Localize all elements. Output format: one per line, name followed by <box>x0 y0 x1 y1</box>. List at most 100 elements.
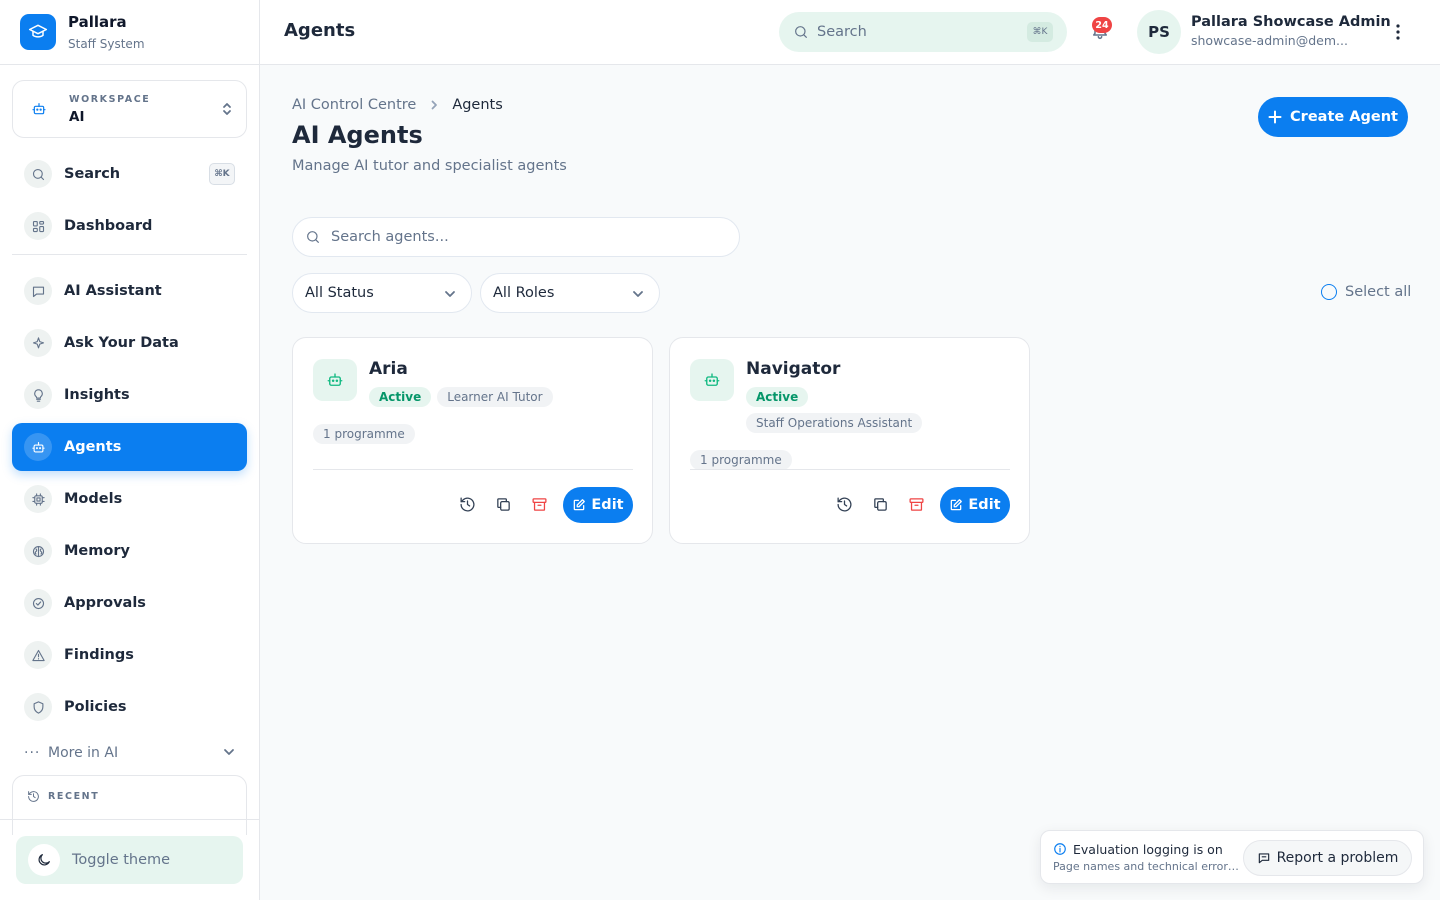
history-icon[interactable] <box>459 496 476 513</box>
graduation-cap-icon <box>20 14 56 50</box>
robot-icon <box>31 101 47 117</box>
more-label: More in AI <box>48 745 119 761</box>
brand[interactable]: Pallara Staff System <box>0 0 259 65</box>
agent-badges: Active Staff Operations Assistant <box>746 387 946 433</box>
select-all-label: Select all <box>1345 284 1412 300</box>
sidebar-item-search[interactable]: Search ⌘K <box>12 151 247 197</box>
breadcrumb: AI Control Centre Agents <box>292 97 503 113</box>
notification-badge: 24 <box>1092 17 1112 33</box>
agent-name: Aria <box>369 359 408 379</box>
chevron-up-down-icon <box>220 101 234 117</box>
chevron-right-icon <box>428 99 440 111</box>
programme-count-badge: 1 programme <box>313 424 415 444</box>
sidebar-item-label: Agents <box>64 439 122 455</box>
agent-card: Navigator Active Staff Operations Assist… <box>669 337 1030 544</box>
chip-icon <box>24 485 52 513</box>
duplicate-icon[interactable] <box>872 496 889 513</box>
programme-count-badge: 1 programme <box>690 450 792 470</box>
edit-agent-button[interactable]: Edit <box>940 487 1010 523</box>
search-icon <box>305 229 321 245</box>
sidebar-item-label: Memory <box>64 543 130 559</box>
select-all-radio[interactable] <box>1321 284 1337 300</box>
page-title: AI Agents <box>292 121 423 149</box>
workspace-label: WORKSPACE <box>69 93 151 105</box>
user-name: Pallara Showcase Admin <box>1191 14 1391 30</box>
toggle-theme-label: Toggle theme <box>72 852 171 868</box>
toggle-theme-button[interactable]: Toggle theme <box>16 836 243 884</box>
divider <box>0 819 259 820</box>
create-agent-button[interactable]: Create Agent <box>1258 97 1408 137</box>
edit-label: Edit <box>591 497 624 513</box>
message-icon <box>1257 851 1271 865</box>
more-vertical-icon[interactable] <box>1390 22 1406 42</box>
role-filter-select[interactable]: All Roles <box>480 273 660 313</box>
divider <box>313 469 633 470</box>
sidebar-item-label: Ask Your Data <box>64 335 179 351</box>
chevron-down-icon <box>443 287 457 301</box>
moon-icon <box>28 844 60 876</box>
user-info[interactable]: Pallara Showcase Admin showcase-admin@de… <box>1191 14 1391 48</box>
archive-icon[interactable] <box>531 496 548 513</box>
search-icon <box>24 160 52 188</box>
sidebar-item-approvals[interactable]: Approvals <box>12 580 247 626</box>
workspace-switcher[interactable]: WORKSPACE AI <box>12 80 247 138</box>
status-filter-select[interactable]: All Status <box>292 273 472 313</box>
sidebar-item-policies[interactable]: Policies <box>12 684 247 730</box>
status-badge: Active <box>369 387 432 407</box>
archive-icon[interactable] <box>908 496 925 513</box>
top-header: Agents Search ⌘K 24 PS Pallara Showcase … <box>260 0 1440 65</box>
global-search[interactable]: Search ⌘K <box>779 12 1067 52</box>
status-filter-value: All Status <box>305 285 374 301</box>
chat-icon <box>24 277 52 305</box>
avatar[interactable]: PS <box>1137 10 1181 54</box>
sidebar-item-label: Dashboard <box>64 218 153 234</box>
brand-subtitle: Staff System <box>68 37 145 51</box>
sidebar-item-insights[interactable]: Insights <box>12 372 247 418</box>
divider <box>12 254 247 255</box>
agent-card: Aria Active Learner AI Tutor 1 programme… <box>292 337 653 544</box>
report-problem-label: Report a problem <box>1276 850 1399 866</box>
select-all-toggle[interactable]: Select all <box>1321 284 1411 300</box>
sidebar-item-label: AI Assistant <box>64 283 162 299</box>
sidebar-item-models[interactable]: Models <box>12 476 247 522</box>
edit-label: Edit <box>968 497 1001 513</box>
sidebar-item-agents[interactable]: Agents <box>12 423 247 471</box>
sidebar-item-label: Search <box>64 166 121 182</box>
history-icon <box>27 790 40 803</box>
create-agent-label: Create Agent <box>1290 109 1398 125</box>
page-subtitle: Manage AI tutor and specialist agents <box>292 158 567 174</box>
brand-name: Pallara <box>68 13 127 31</box>
grid-icon <box>24 212 52 240</box>
report-problem-button[interactable]: Report a problem <box>1243 840 1412 876</box>
info-icon <box>1053 842 1067 856</box>
edit-icon <box>949 498 963 512</box>
sidebar-item-label: Approvals <box>64 595 146 611</box>
history-icon[interactable] <box>836 496 853 513</box>
role-badge: Learner AI Tutor <box>437 387 553 407</box>
search-icon <box>793 24 809 40</box>
shortcut-hint: ⌘K <box>1027 22 1053 42</box>
sidebar-item-memory[interactable]: Memory <box>12 528 247 574</box>
warning-icon <box>24 641 52 669</box>
sidebar-item-ai-assistant[interactable]: AI Assistant <box>12 268 247 314</box>
sidebar-item-label: Insights <box>64 387 130 403</box>
edit-agent-button[interactable]: Edit <box>563 487 633 523</box>
sidebar-item-label: Policies <box>64 699 127 715</box>
sidebar-item-ask-your-data[interactable]: Ask Your Data <box>12 320 247 366</box>
evaluation-logging-notice: Evaluation logging is on Page names and … <box>1040 830 1424 884</box>
robot-icon <box>24 433 52 461</box>
agent-search-input[interactable] <box>331 229 711 245</box>
sidebar-item-label: Models <box>64 491 123 507</box>
sidebar-item-dashboard[interactable]: Dashboard <box>12 203 247 249</box>
breadcrumb-link[interactable]: AI Control Centre <box>292 97 416 113</box>
chevron-down-icon <box>631 287 645 301</box>
recent-section: RECENT <box>12 775 247 835</box>
sidebar-item-findings[interactable]: Findings <box>12 632 247 678</box>
edit-icon <box>572 498 586 512</box>
more-in-ai-toggle[interactable]: ··· More in AI <box>24 740 236 766</box>
role-badge: Staff Operations Assistant <box>746 413 923 433</box>
plus-icon <box>1268 110 1282 124</box>
sparkle-icon <box>24 329 52 357</box>
duplicate-icon[interactable] <box>495 496 512 513</box>
robot-icon <box>313 359 357 401</box>
